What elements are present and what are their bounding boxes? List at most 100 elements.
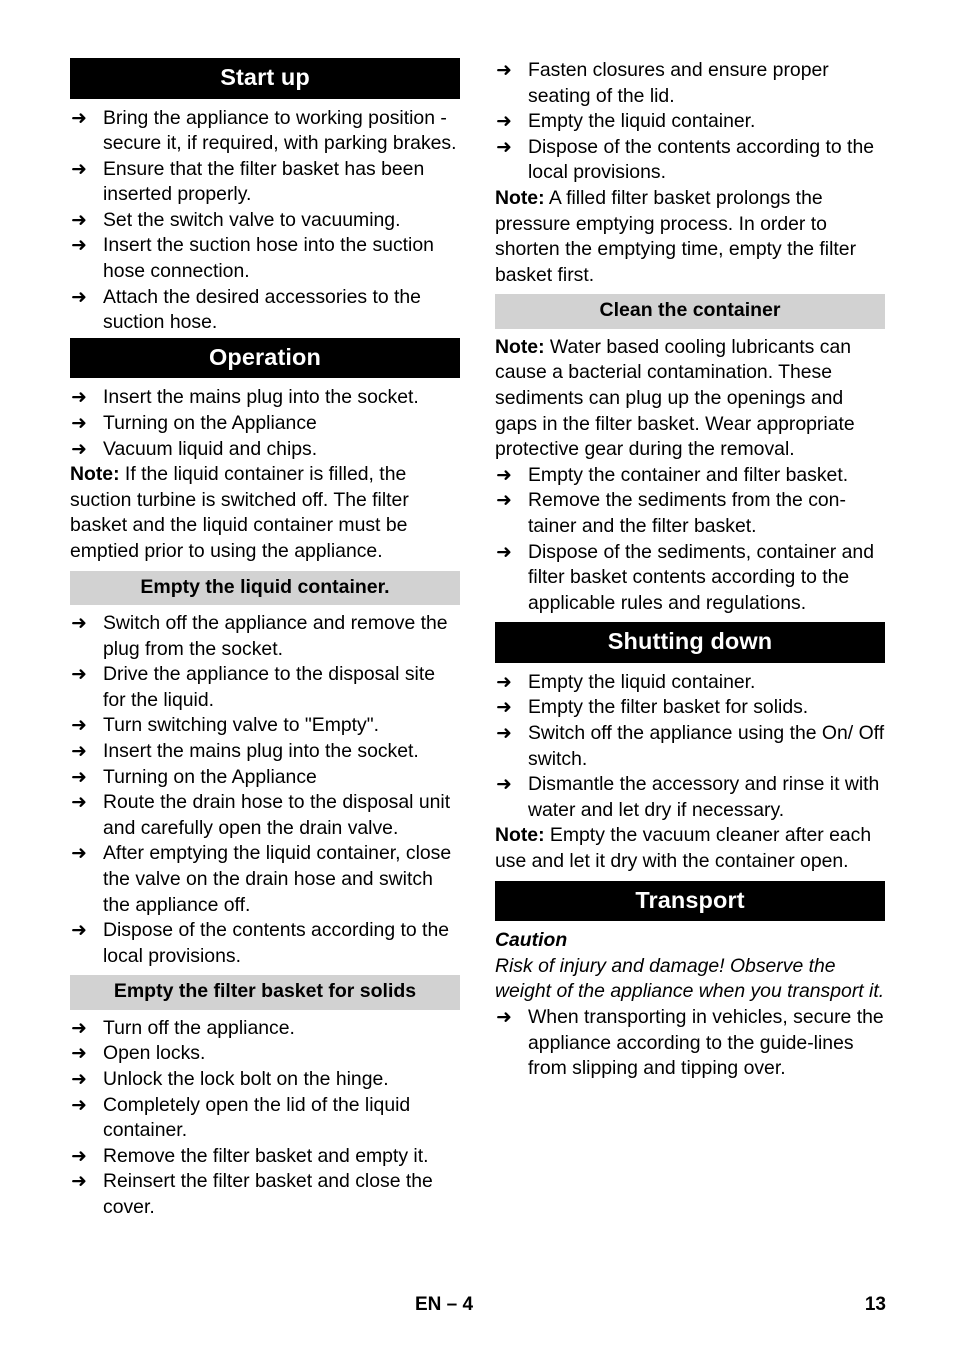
list-item-text: Insert the mains plug into the socket.: [103, 386, 419, 409]
list-item-text: Fasten closures and ensure proper seatin…: [528, 59, 829, 107]
list-item: ➜ Ensure that the filter basket has been…: [70, 157, 460, 208]
arrow-bullet-icon: ➜: [71, 1144, 87, 1167]
arrow-bullet-icon: ➜: [496, 489, 512, 512]
list-item: ➜ Set the switch valve to vacuuming.: [70, 208, 460, 234]
list-item: ➜ Insert the mains plug into the socket.: [70, 739, 460, 765]
list-item-text: Completely open the lid of the liquid co…: [103, 1093, 411, 1142]
list-item-text: Remove the filter basket and empty it.: [103, 1144, 429, 1167]
left-column: Start up ➜ Bring the appliance to workin…: [70, 58, 460, 1221]
subsection-heading-empty-liquid-container: Empty the liquid container.: [70, 570, 460, 605]
note-label: Note:: [70, 463, 120, 486]
list-item-text: Dispose of the sediments, container and …: [528, 540, 875, 614]
list-item-text: Empty the liquid container.: [528, 110, 756, 133]
arrow-bullet-icon: ➜: [71, 1068, 87, 1090]
note-label: Note:: [495, 824, 545, 847]
list-item: ➜ Vacuum liquid and chips.: [70, 437, 460, 463]
arrow-bullet-icon: ➜: [71, 1170, 87, 1193]
arrow-bullet-icon: ➜: [71, 157, 87, 180]
list-item: ➜ Turning on the Appliance: [70, 411, 460, 437]
arrow-bullet-icon: ➜: [71, 842, 87, 865]
list-item-text: Dispose of the contents according to the…: [103, 919, 450, 967]
list-item: ➜ Remove the sediments from the con-tain…: [495, 488, 885, 539]
list-item: ➜ Attach the desired accessories to the …: [70, 285, 460, 336]
list-item: ➜ Insert the mains plug into the socket.: [70, 385, 460, 411]
start-up-step-list: ➜ Bring the appliance to working positio…: [70, 106, 460, 336]
arrow-bullet-icon: ➜: [496, 463, 512, 486]
list-item-text: Ensure that the filter basket has been i…: [103, 157, 425, 206]
list-item-text: Empty the liquid container.: [528, 670, 756, 693]
arrow-bullet-icon: ➜: [71, 765, 87, 788]
note-text: A filled filter basket prolongs the pres…: [495, 186, 857, 286]
note-label: Note:: [495, 186, 545, 209]
list-item: ➜ Fasten closures and ensure proper seat…: [495, 58, 885, 109]
list-item-text: Turn switching valve to "Empty".: [103, 714, 379, 737]
list-item: ➜ Open locks.: [70, 1041, 460, 1067]
list-item: ➜ Dispose of the contents according to t…: [70, 918, 460, 969]
section-heading-operation: Operation: [70, 337, 460, 379]
list-item: ➜ Empty the filter basket for solids.: [495, 695, 885, 721]
list-item-text: After emptying the liquid container, clo…: [103, 842, 452, 916]
list-item: ➜ When transporting in vehicles, secure …: [495, 1005, 885, 1082]
arrow-bullet-icon: ➜: [71, 386, 87, 409]
list-item-text: Turn off the appliance.: [103, 1016, 295, 1039]
arrow-bullet-icon: ➜: [71, 234, 87, 257]
list-item-text: When transporting in vehicles, secure th…: [528, 1005, 884, 1080]
list-item: ➜ Dispose of the contents according to t…: [495, 135, 885, 186]
list-item: ➜ Bring the appliance to working positio…: [70, 106, 460, 157]
list-item-text: Insert the mains plug into the socket.: [103, 739, 419, 762]
arrow-bullet-icon: ➜: [71, 739, 87, 762]
section-heading-transport: Transport: [495, 880, 885, 922]
list-item-text: Insert the suction hose into the suction…: [103, 234, 434, 283]
list-item-text: Empty the container and filter basket.: [528, 463, 849, 486]
arrow-bullet-icon: ➜: [71, 1093, 87, 1116]
arrow-bullet-icon: ➜: [71, 791, 87, 814]
filter-basket-note: Note: A filled filter basket prolongs th…: [495, 186, 885, 288]
section-heading-shutting-down: Shutting down: [495, 622, 885, 663]
list-item: ➜ Turn off the appliance.: [70, 1016, 460, 1042]
page-footer: EN – 4 13: [70, 1292, 886, 1318]
list-item-text: Empty the filter basket for solids.: [528, 696, 809, 719]
list-item: ➜ Unlock the lock bolt on the hinge.: [70, 1067, 460, 1093]
list-item: ➜ Empty the liquid container.: [495, 670, 885, 696]
empty-filter-basket-step-list: ➜ Turn off the appliance. ➜ Open locks. …: [70, 1016, 460, 1221]
document-page: Start up ➜ Bring the appliance to workin…: [0, 0, 954, 1354]
list-item: ➜ Remove the filter basket and empty it.: [70, 1144, 460, 1170]
list-item: ➜ Empty the container and filter basket.: [495, 463, 885, 489]
shutting-down-step-list: ➜ Empty the liquid container. ➜ Empty th…: [495, 670, 885, 824]
list-item-text: Unlock the lock bolt on the hinge.: [103, 1068, 389, 1090]
section-heading-start-up: Start up: [70, 58, 460, 99]
list-item-text: Dismantle the accessory and rinse it wit…: [528, 773, 880, 821]
arrow-bullet-icon: ➜: [71, 208, 87, 231]
list-item-text: Open locks.: [103, 1042, 206, 1065]
list-item: ➜ Route the drain hose to the disposal u…: [70, 790, 460, 841]
two-column-body: Start up ➜ Bring the appliance to workin…: [70, 58, 886, 1221]
arrow-bullet-icon: ➜: [71, 612, 87, 634]
list-item: ➜ Empty the liquid container.: [495, 109, 885, 135]
list-item-text: Dispose of the contents according to the…: [528, 135, 875, 184]
subsection-heading-empty-filter-basket: Empty the filter basket for solids: [70, 975, 460, 1010]
list-item: ➜ Switch off the appliance using the On/…: [495, 721, 885, 772]
list-item-text: Route the drain hose to the disposal uni…: [103, 791, 451, 839]
shutting-down-note: Note: Empty the vacuum cleaner after eac…: [495, 823, 885, 874]
list-item: ➜ Turn switching valve to "Empty".: [70, 713, 460, 739]
list-item-text: Remove the sediments from the con-tainer…: [528, 489, 846, 537]
list-item: ➜ Completely open the lid of the liquid …: [70, 1093, 460, 1144]
arrow-bullet-icon: ➜: [71, 437, 87, 460]
list-item-text: Switch off the appliance and remove the …: [103, 612, 448, 660]
clean-container-step-list: ➜ Empty the container and filter basket.…: [495, 463, 885, 617]
list-item: ➜ Turning on the Appliance: [70, 765, 460, 791]
arrow-bullet-icon: ➜: [496, 670, 512, 693]
arrow-bullet-icon: ➜: [71, 714, 87, 737]
list-item: ➜ After emptying the liquid container, c…: [70, 841, 460, 918]
list-item-text: Bring the appliance to working position …: [103, 106, 457, 155]
arrow-bullet-icon: ➜: [71, 919, 87, 942]
list-item-text: Reinsert the filter basket and close the…: [103, 1170, 433, 1218]
list-item-text: Attach the desired accessories to the su…: [103, 285, 421, 334]
arrow-bullet-icon: ➜: [71, 285, 87, 308]
list-item: ➜ Reinsert the filter basket and close t…: [70, 1169, 460, 1220]
list-item-text: Vacuum liquid and chips.: [103, 437, 318, 460]
operation-step-list: ➜ Insert the mains plug into the socket.…: [70, 385, 460, 462]
list-item-text: Drive the appliance to the disposal site…: [103, 663, 435, 711]
arrow-bullet-icon: ➜: [71, 411, 87, 434]
note-text: If the liquid container is filled, the s…: [70, 463, 409, 562]
